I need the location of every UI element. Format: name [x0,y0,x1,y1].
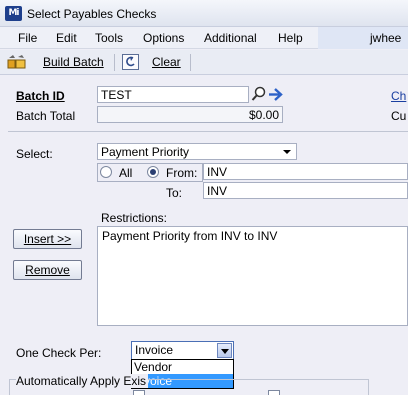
chevron-down-icon[interactable] [283,150,291,154]
radio-from-label: From: [166,166,198,180]
clear-button[interactable]: Clear [152,55,181,69]
one-check-per-dropdown[interactable]: Invoice [131,341,234,360]
select-dropdown-value: Payment Priority [101,145,190,159]
restrictions-list-item[interactable]: Payment Priority from INV to INV [102,229,403,243]
auto-apply-checkbox[interactable] [268,390,280,395]
window-title: Select Payables Checks [27,7,157,21]
arrow-right-icon[interactable] [268,87,283,102]
build-batch-icon[interactable] [7,54,27,70]
batch-total-field: $0.00 [97,106,283,123]
option-vendor[interactable]: Vendor [132,360,233,374]
to-value: INV [207,184,228,198]
auto-apply-label: Automatically Apply Exis [16,374,149,388]
dropdown-button[interactable] [217,343,232,358]
select-dropdown[interactable]: Payment Priority [97,143,297,160]
insert-button[interactable]: Insert >> [13,229,82,249]
radio-all-label: All [119,166,133,180]
menu-edit[interactable]: Edit [56,31,77,45]
clear-icon[interactable] [122,54,139,70]
user-name: jwhee [370,31,402,45]
radio-from[interactable] [147,166,159,178]
menu-options[interactable]: Options [143,31,184,45]
select-payables-checks-window: Mi Select Payables Checks File Edit Tool… [0,0,408,395]
restrictions-label: Restrictions: [101,211,168,225]
restrictions-list[interactable]: Payment Priority from INV to INV [97,226,408,326]
menu-file[interactable]: File [18,31,37,45]
build-batch-button[interactable]: Build Batch [43,55,104,69]
menu-additional[interactable]: Additional [204,31,257,45]
chevron-down-icon [221,349,229,354]
batch-total-label: Batch Total [16,109,76,123]
title-bar: Mi Select Payables Checks [0,0,408,27]
search-icon[interactable] [251,86,267,102]
one-check-per-label: One Check Per: [16,346,102,360]
divider [8,131,408,132]
insert-button-label: Insert >> [23,232,72,246]
checkbook-link[interactable]: Ch [391,89,406,103]
to-field[interactable]: INV [203,182,408,199]
batch-id-field[interactable]: TEST [97,86,249,103]
batch-total-value: $0.00 [248,108,279,122]
remove-button[interactable]: Remove [13,260,82,280]
menu-help[interactable]: Help [278,31,303,45]
radio-all[interactable] [100,166,112,178]
batch-id-label: Batch ID [16,89,65,103]
one-check-per-value: Invoice [135,343,174,357]
batch-id-value: TEST [101,88,132,102]
currency-label: Cu [391,109,407,123]
from-field[interactable]: INV [203,163,408,180]
to-label: To: [166,186,183,200]
menu-tools[interactable]: Tools [95,31,123,45]
toolbar-separator [114,54,115,71]
toolbar-separator [190,54,191,71]
select-label: Select: [16,147,53,161]
toolbar: Build Batch Clear [0,50,408,75]
remove-button-label: Remove [25,263,70,277]
app-icon: Mi [5,6,22,21]
from-value: INV [207,165,228,179]
auto-apply-checkbox[interactable] [133,390,145,395]
